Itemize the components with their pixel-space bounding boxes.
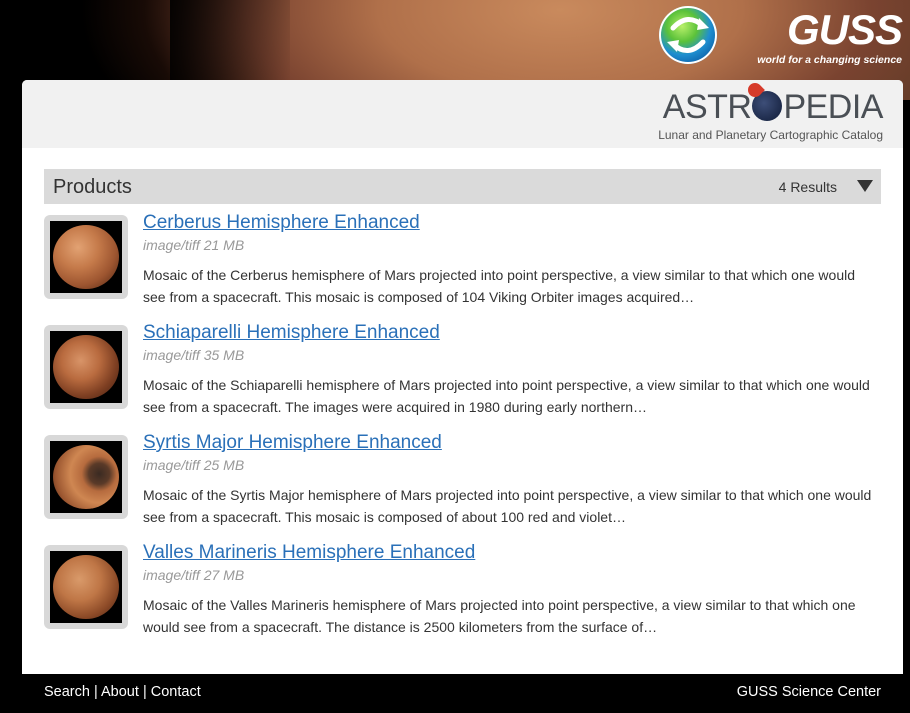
footer-separator: | [142,684,147,700]
product-description: Mosaic of the Schiaparelli hemisphere of… [143,377,870,415]
astropedia-planet-icon [752,91,783,121]
footer-contact-link[interactable]: Contact [151,684,201,700]
product-thumbnail[interactable] [44,545,128,629]
product-description: Mosaic of the Valles Marineris hemispher… [143,597,856,635]
product-title-link[interactable]: Cerberus Hemisphere Enhanced [143,212,420,234]
product-title-link[interactable]: Valles Marineris Hemisphere Enhanced [143,542,475,564]
chevron-down-icon[interactable] [857,180,873,192]
thumbnail-frame [50,551,122,623]
thumbnail-frame [50,221,122,293]
thumbnail-frame [50,441,122,513]
mars-cerberus-image [53,225,119,289]
product-description: Mosaic of the Cerberus hemisphere of Mar… [143,267,856,305]
astropedia-wordmark: ASTR PEDIA [658,88,884,126]
mars-syrtis-major-image [53,445,119,509]
product-thumbnail[interactable] [44,435,128,519]
footer-guss-science-center[interactable]: GUSS Science Center [737,684,881,700]
list-item: Cerberus Hemisphere Enhanced image/tiff … [44,212,884,315]
thumbnail-frame [50,331,122,403]
list-item: Valles Marineris Hemisphere Enhanced ima… [44,542,884,645]
mars-schiaparelli-image [53,335,119,399]
astropedia-word-start: ASTR [662,88,752,126]
main-panel: ASTR PEDIA Lunar and Planetary Cartograph… [22,80,903,674]
results-count: 4 Results [778,179,837,195]
guss-logo[interactable]: GUSS world for a changing science [752,6,903,68]
products-title: Products [53,176,132,198]
product-thumbnail[interactable] [44,215,128,299]
astropedia-word-end: PEDIA [783,88,883,126]
product-title-link[interactable]: Syrtis Major Hemisphere Enhanced [143,432,442,454]
footer-links: Search | About | Contact [44,684,201,700]
products-bar[interactable]: Products 4 Results [44,169,881,204]
list-item: Syrtis Major Hemisphere Enhanced image/t… [44,432,884,535]
product-description: Mosaic of the Syrtis Major hemisphere of… [143,487,872,525]
footer-about-link[interactable]: About [101,684,139,700]
product-title-link[interactable]: Schiaparelli Hemisphere Enhanced [143,322,440,344]
astropedia-logo[interactable]: ASTR PEDIA Lunar and Planetary Cartograph… [658,88,883,142]
product-thumbnail[interactable] [44,325,128,409]
globe-logo-icon [659,6,717,64]
product-meta: image/tiff 25 MB [143,457,245,473]
guss-wordmark: GUSS [786,6,903,53]
product-meta: image/tiff 27 MB [143,567,245,583]
mars-valles-marineris-image [53,555,119,619]
footer-separator: | [93,684,98,700]
guss-tagline: world for a changing science [757,54,902,66]
astropedia-subtitle: Lunar and Planetary Cartographic Catalog [658,128,883,142]
panel-header: ASTR PEDIA Lunar and Planetary Cartograph… [22,80,903,148]
product-meta: image/tiff 35 MB [143,347,245,363]
product-meta: image/tiff 21 MB [143,237,245,253]
list-item: Schiaparelli Hemisphere Enhanced image/t… [44,322,884,425]
footer: Search | About | Contact GUSS Science Ce… [22,674,903,710]
footer-search-link[interactable]: Search [44,684,90,700]
